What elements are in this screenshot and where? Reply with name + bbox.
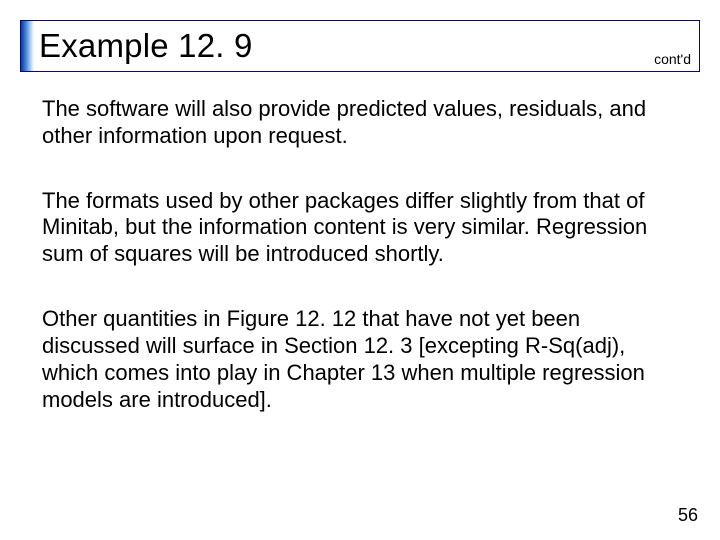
body-text: The software will also provide predicted… xyxy=(42,96,682,451)
title-accent-bar xyxy=(21,21,34,71)
paragraph-1: The software will also provide predicted… xyxy=(42,96,682,150)
paragraph-2: The formats used by other packages diffe… xyxy=(42,188,682,268)
slide: Example 12. 9 cont'd The software will a… xyxy=(0,0,720,540)
paragraph-3: Other quantities in Figure 12. 12 that h… xyxy=(42,306,682,413)
title-box: Example 12. 9 cont'd xyxy=(20,20,700,72)
continued-label: cont'd xyxy=(654,51,691,67)
slide-title: Example 12. 9 xyxy=(39,27,253,65)
page-number: 56 xyxy=(678,505,698,526)
